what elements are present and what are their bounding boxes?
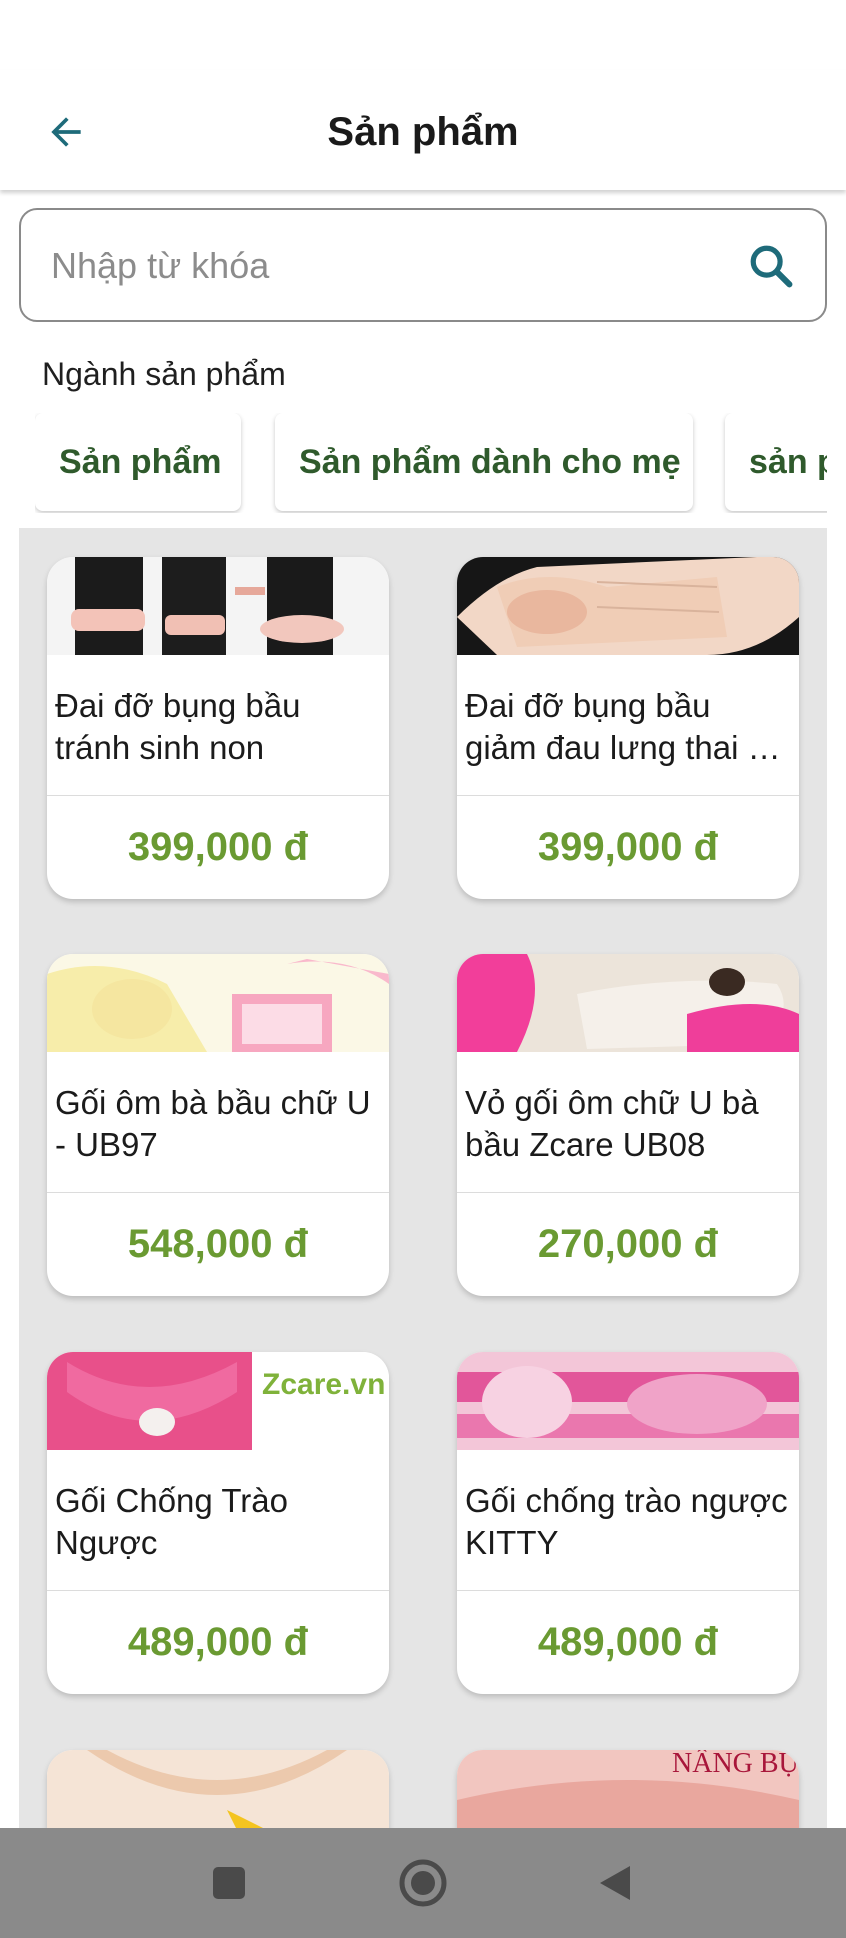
product-card[interactable]: Đai đỡ bụng bầu tránh sinh non 399,000 đ xyxy=(47,557,389,899)
product-price: 489,000 đ xyxy=(537,1619,719,1664)
product-image xyxy=(457,954,799,1052)
nang-bung-text: NÂNG BỤNG xyxy=(672,1750,799,1779)
product-price: 399,000 đ xyxy=(127,824,309,869)
triangle-back-icon xyxy=(600,1866,630,1900)
status-bar xyxy=(0,0,846,70)
product-image xyxy=(47,557,389,655)
product-card[interactable]: Vỏ gối ôm chữ U bà bầu Zcare UB08 270,00… xyxy=(457,954,799,1296)
search-box xyxy=(19,208,827,322)
product-card[interactable]: Zcare.vn Gối Chống Trào Ngược 489,000 đ xyxy=(47,1352,389,1694)
product-name: Vỏ gối ôm chữ U bà bầu Zcare UB08 xyxy=(465,1084,759,1163)
product-name: Đai đỡ bụng bầu tránh sinh non xyxy=(55,687,301,766)
product-image xyxy=(457,1352,799,1450)
zcare-logo-text: Zcare.vn xyxy=(262,1368,385,1401)
product-price: 489,000 đ xyxy=(127,1619,309,1664)
product-image: Zcare.vn xyxy=(47,1352,389,1450)
app-bar: Sản phẩm xyxy=(0,70,846,190)
chip-san-pham-danh-cho-me[interactable]: Sản phẩm dành cho mẹ xyxy=(275,413,693,511)
chip-san-pham-more[interactable]: sản p xyxy=(725,413,827,511)
product-price: 270,000 đ xyxy=(537,1221,719,1266)
page-title: Sản phẩm xyxy=(327,110,519,154)
product-image xyxy=(47,954,389,1052)
back-nav-button[interactable] xyxy=(588,1856,642,1910)
product-card[interactable]: Gối ôm bà bầu chữ U - UB97 548,000 đ xyxy=(47,954,389,1296)
chip-san-pham[interactable]: Sản phẩm xyxy=(35,413,241,511)
product-name: Đai đỡ bụng bầu giảm đau lưng thai … xyxy=(465,687,781,766)
home-button[interactable] xyxy=(396,1856,450,1910)
product-price: 399,000 đ xyxy=(537,824,719,869)
search-input[interactable] xyxy=(51,230,711,302)
product-name: Gối ôm bà bầu chữ U - UB97 xyxy=(55,1084,371,1163)
circle-home-icon xyxy=(399,1859,447,1907)
recents-button[interactable] xyxy=(202,1856,256,1910)
product-image xyxy=(457,557,799,655)
square-icon xyxy=(213,1867,245,1899)
category-label: Ngành sản phẩm xyxy=(42,356,286,392)
search-icon[interactable] xyxy=(745,240,797,292)
system-nav-bar xyxy=(0,1828,846,1938)
product-card[interactable]: Gối chống trào ngược KITTY 489,000 đ xyxy=(457,1352,799,1694)
product-card[interactable]: Đai đỡ bụng bầu giảm đau lưng thai … 399… xyxy=(457,557,799,899)
category-chips: Sản phẩm Sản phẩm dành cho mẹ sản p xyxy=(35,413,827,513)
product-price: 548,000 đ xyxy=(127,1221,309,1266)
product-name: Gối Chống Trào Ngược xyxy=(55,1482,288,1561)
product-name: Gối chống trào ngược KITTY xyxy=(465,1482,788,1561)
